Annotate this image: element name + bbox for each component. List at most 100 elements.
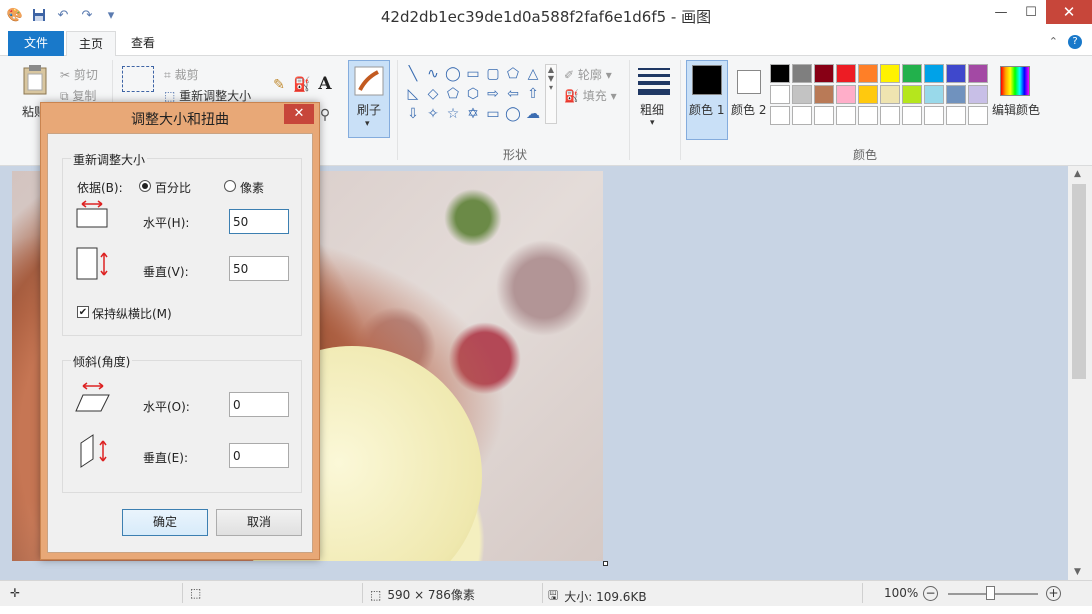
- star-four-icon[interactable]: ✧: [423, 104, 443, 124]
- palette-swatch-empty[interactable]: [880, 106, 900, 125]
- palette-swatch[interactable]: [814, 64, 834, 83]
- paste-icon[interactable]: [20, 64, 50, 96]
- rounded-rectangle-icon[interactable]: ▢: [483, 64, 503, 84]
- color1-button[interactable]: 颜色 1: [686, 60, 728, 140]
- select-icon[interactable]: [122, 66, 154, 92]
- pentagon-icon[interactable]: ⬠: [443, 84, 463, 104]
- text-tool-icon[interactable]: A: [316, 74, 334, 94]
- zoom-in-button[interactable]: +: [1046, 586, 1061, 601]
- arrow-left-icon[interactable]: ⇦: [503, 84, 523, 104]
- minimize-ribbon-icon[interactable]: ⌃: [1049, 35, 1058, 48]
- star-six-icon[interactable]: ✡: [463, 104, 483, 124]
- palette-swatch[interactable]: [902, 64, 922, 83]
- palette-swatch[interactable]: [836, 64, 856, 83]
- arrow-down-icon[interactable]: ⇩: [403, 104, 423, 124]
- oval-icon[interactable]: ◯: [443, 64, 463, 84]
- skew-vertical-input[interactable]: [229, 443, 289, 468]
- zoom-slider-thumb[interactable]: [986, 586, 995, 600]
- vertical-scrollbar[interactable]: ▲ ▼: [1068, 166, 1092, 580]
- dialog-close-button[interactable]: ✕: [284, 104, 314, 124]
- palette-swatch-empty[interactable]: [836, 106, 856, 125]
- zoom-out-button[interactable]: −: [923, 586, 938, 601]
- pixels-label[interactable]: 像素: [240, 179, 264, 196]
- cut-button[interactable]: ✂ 剪切: [60, 66, 98, 83]
- maximize-button[interactable]: ☐: [1016, 0, 1046, 24]
- resize-horizontal-input[interactable]: [229, 209, 289, 234]
- palette-swatch-empty[interactable]: [814, 106, 834, 125]
- help-icon[interactable]: ?: [1068, 35, 1082, 49]
- resize-handle[interactable]: [603, 561, 608, 566]
- scroll-down-icon[interactable]: ▼: [1074, 567, 1081, 577]
- palette-swatch[interactable]: [858, 85, 878, 104]
- ok-button[interactable]: 确定: [122, 509, 208, 536]
- callout-rect-icon[interactable]: ▭: [483, 104, 503, 124]
- palette-swatch-empty[interactable]: [858, 106, 878, 125]
- pencil-icon[interactable]: ✎: [270, 76, 288, 94]
- palette-swatch[interactable]: [792, 85, 812, 104]
- pixels-radio[interactable]: [224, 180, 236, 192]
- brushes-button[interactable]: 刷子 ▾: [348, 60, 390, 138]
- callout-oval-icon[interactable]: ◯: [503, 104, 523, 124]
- palette-swatch[interactable]: [924, 85, 944, 104]
- shapes-gallery-scroll[interactable]: ▲ ▼ ▾: [545, 64, 557, 124]
- palette-swatch[interactable]: [902, 85, 922, 104]
- palette-swatch[interactable]: [792, 64, 812, 83]
- palette-swatch[interactable]: [968, 85, 988, 104]
- right-triangle-icon[interactable]: ◺: [403, 84, 423, 104]
- palette-swatch[interactable]: [836, 85, 856, 104]
- color2-button[interactable]: 颜色 2: [731, 101, 766, 118]
- size-icon[interactable]: [638, 68, 670, 99]
- palette-swatch[interactable]: [924, 64, 944, 83]
- hexagon-icon[interactable]: ⬡: [463, 84, 483, 104]
- color2-swatch[interactable]: [737, 70, 761, 94]
- diamond-icon[interactable]: ◇: [423, 84, 443, 104]
- callout-cloud-icon[interactable]: ☁: [523, 104, 543, 124]
- minimize-button[interactable]: —: [986, 0, 1016, 24]
- palette-swatch[interactable]: [814, 85, 834, 104]
- line-icon[interactable]: ╲: [403, 64, 423, 84]
- arrow-right-icon[interactable]: ⇨: [483, 84, 503, 104]
- polygon-icon[interactable]: ⬠: [503, 64, 523, 84]
- close-button[interactable]: ✕: [1046, 0, 1092, 24]
- fill-bucket-icon[interactable]: ⛽: [293, 76, 311, 94]
- palette-swatch[interactable]: [770, 64, 790, 83]
- keep-ratio-checkbox[interactable]: ✔: [77, 306, 89, 318]
- scroll-thumb[interactable]: [1072, 184, 1086, 379]
- palette-swatch-empty[interactable]: [924, 106, 944, 125]
- fill-button[interactable]: ⛽ 填充 ▾: [564, 87, 617, 104]
- percent-radio[interactable]: [139, 180, 151, 192]
- palette-swatch[interactable]: [858, 64, 878, 83]
- palette-swatch[interactable]: [946, 85, 966, 104]
- arrow-up-icon[interactable]: ⇧: [523, 84, 543, 104]
- keep-ratio-label[interactable]: 保持纵横比(M): [92, 305, 172, 322]
- cancel-button[interactable]: 取消: [216, 509, 302, 536]
- edit-colors-button[interactable]: 编辑颜色: [992, 101, 1040, 118]
- percent-label[interactable]: 百分比: [155, 179, 191, 196]
- outline-button[interactable]: ✐ 轮廓 ▾: [564, 66, 612, 83]
- crop-button[interactable]: ⌗ 裁剪: [164, 66, 199, 83]
- size-button[interactable]: 粗细: [640, 101, 664, 118]
- resize-vertical-input[interactable]: [229, 256, 289, 281]
- shapes-gallery[interactable]: ╲ ∿ ◯ ▭ ▢ ⬠ △ ◺ ◇ ⬠ ⬡ ⇨ ⇦ ⇧ ⇩ ✧ ☆ ✡ ▭ ◯ …: [403, 64, 543, 124]
- scroll-up-icon[interactable]: ▲: [1074, 169, 1081, 179]
- palette-swatch-empty[interactable]: [968, 106, 988, 125]
- palette-swatch[interactable]: [770, 85, 790, 104]
- star-five-icon[interactable]: ☆: [443, 104, 463, 124]
- palette-swatch[interactable]: [968, 64, 988, 83]
- tab-file[interactable]: 文件: [8, 31, 64, 56]
- palette-swatch-empty[interactable]: [770, 106, 790, 125]
- rectangle-icon[interactable]: ▭: [463, 64, 483, 84]
- tab-home[interactable]: 主页: [66, 31, 116, 57]
- tab-view[interactable]: 查看: [118, 31, 168, 56]
- palette-swatch-empty[interactable]: [902, 106, 922, 125]
- chevron-down-icon: ▾: [610, 89, 617, 103]
- palette-swatch[interactable]: [946, 64, 966, 83]
- skew-horizontal-input[interactable]: [229, 392, 289, 417]
- curve-icon[interactable]: ∿: [423, 64, 443, 84]
- triangle-icon[interactable]: △: [523, 64, 543, 84]
- palette-swatch-empty[interactable]: [792, 106, 812, 125]
- palette-swatch-empty[interactable]: [946, 106, 966, 125]
- palette-swatch[interactable]: [880, 85, 900, 104]
- edit-colors-icon[interactable]: [1000, 66, 1030, 96]
- palette-swatch[interactable]: [880, 64, 900, 83]
